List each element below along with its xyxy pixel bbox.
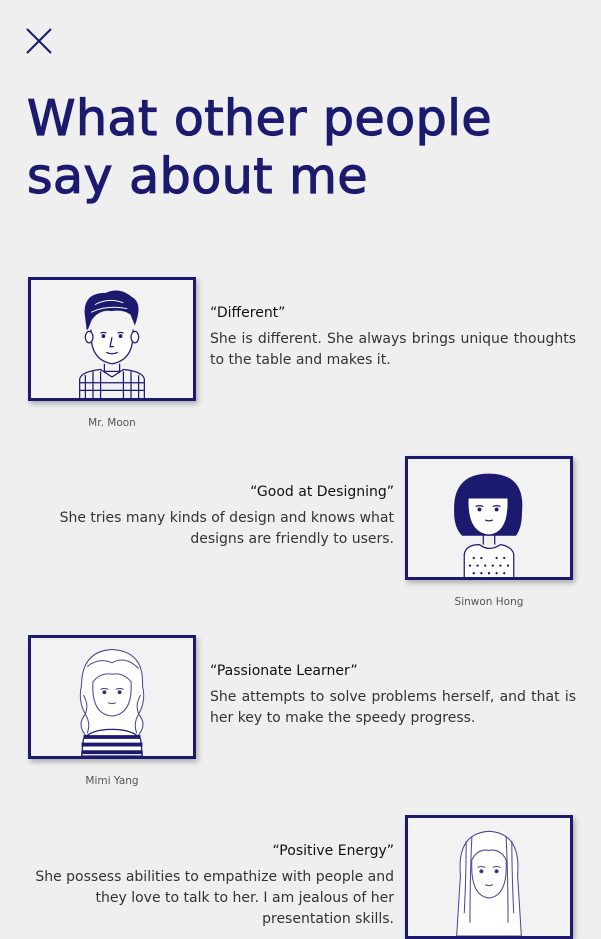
portrait-image bbox=[405, 815, 573, 939]
quote-title: “Passionate Learner” bbox=[210, 663, 358, 679]
page-title: What other people say about me bbox=[26, 89, 493, 205]
man-illustration bbox=[79, 290, 145, 398]
quote-text: She tries many kinds of design and knows… bbox=[59, 510, 394, 547]
portrait-image bbox=[28, 277, 196, 401]
quote-block: “Different” She is different. She always… bbox=[210, 303, 576, 371]
portrait-image bbox=[405, 456, 573, 580]
person-name: Mr. Moon bbox=[88, 417, 136, 429]
close-button[interactable] bbox=[24, 26, 54, 56]
woman-wavy-hair-illustration bbox=[79, 648, 145, 756]
woman-long-hair-illustration bbox=[456, 830, 522, 936]
quote-text: She possess abilities to empathize with … bbox=[35, 869, 394, 927]
quote-title: “Positive Energy” bbox=[272, 843, 394, 859]
quote-block: “Passionate Learner” She attempts to sol… bbox=[210, 661, 576, 729]
quote-title: “Different” bbox=[210, 305, 286, 321]
quote-block: “Good at Designing” She tries many kinds… bbox=[28, 482, 394, 550]
person-name: Mimi Yang bbox=[85, 775, 139, 787]
quote-text: She is different. She always brings uniq… bbox=[210, 331, 576, 368]
quote-title: “Good at Designing” bbox=[250, 484, 394, 500]
woman-bob-hair-illustration bbox=[454, 473, 523, 577]
portrait-image bbox=[28, 635, 196, 759]
quote-text: She attempts to solve problems herself, … bbox=[210, 689, 576, 726]
person-name: Sinwon Hong bbox=[454, 596, 524, 608]
close-icon bbox=[26, 28, 52, 54]
